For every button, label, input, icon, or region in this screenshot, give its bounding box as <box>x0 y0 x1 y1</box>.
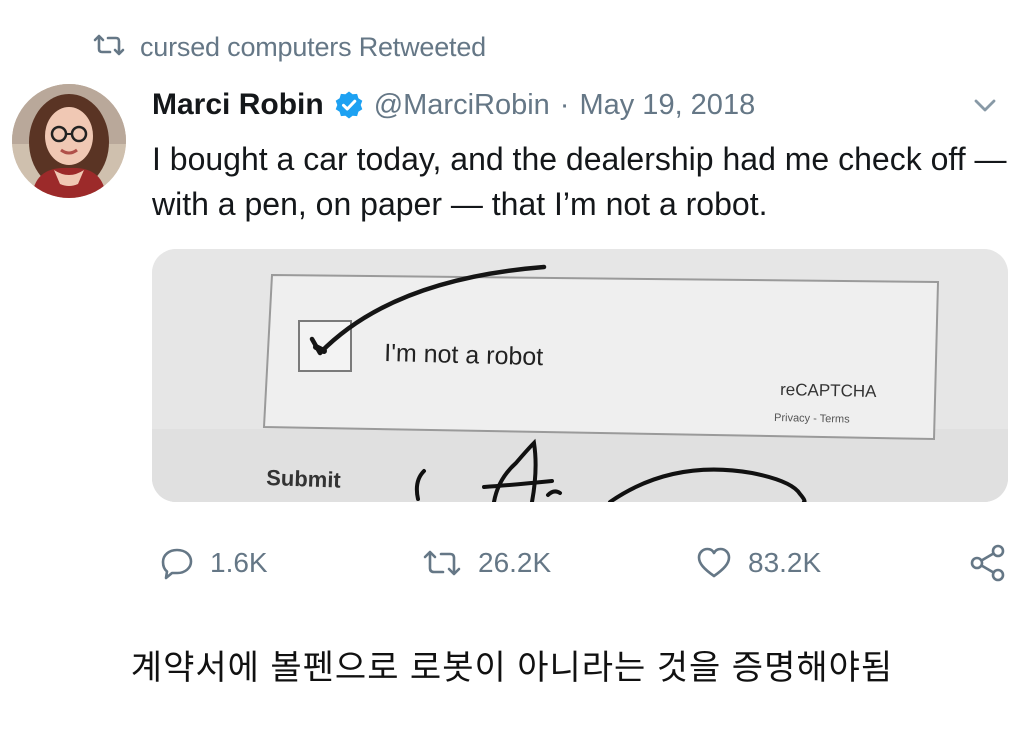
tweet-text: I bought a car today, and the dealership… <box>152 141 1007 222</box>
captcha-label: I'm not a robot <box>384 339 544 371</box>
author-handle[interactable]: @MarciRobin <box>374 89 550 122</box>
share-button[interactable] <box>968 540 1008 586</box>
like-count: 83.2K <box>748 547 822 578</box>
chevron-down-icon[interactable] <box>968 90 1002 120</box>
tweet-photo[interactable]: I'm not a robot reCAPTCHA Privacy - Term… <box>152 249 1008 502</box>
privacy-terms-link: Privacy - Terms <box>774 412 850 426</box>
retweet-icon <box>423 550 461 576</box>
submit-label: Submit <box>266 465 342 493</box>
separator-dot: · <box>559 88 570 121</box>
retweet-header: cursed computers Retweeted <box>92 30 486 64</box>
reply-count: 1.6K <box>210 547 268 578</box>
retweet-button[interactable]: 26.2K <box>422 540 551 586</box>
author-name[interactable]: Marci Robin <box>152 88 324 122</box>
reply-icon <box>161 548 193 580</box>
retweet-icon <box>92 34 126 61</box>
caption-text: 계약서에 볼펜으로 로봇이 아니라는 것을 증명해야됨 <box>130 649 894 687</box>
share-icon <box>970 544 1005 582</box>
reply-button[interactable]: 1.6K <box>160 540 268 586</box>
avatar[interactable] <box>12 84 126 198</box>
recaptcha-brand: reCAPTCHA <box>780 380 877 401</box>
retweet-label[interactable]: cursed computers Retweeted <box>140 32 486 63</box>
tweet-actions: 1.6K 26.2K 83.2K <box>160 540 1020 586</box>
tweet-date[interactable]: May 19, 2018 <box>579 89 755 122</box>
heart-icon <box>697 547 731 578</box>
verified-badge-icon <box>334 90 364 120</box>
tweet-header: Marci Robin @MarciRobin · May 19, 2018 <box>152 84 755 126</box>
retweet-count: 26.2K <box>478 547 552 578</box>
like-button[interactable]: 83.2K <box>696 540 821 586</box>
